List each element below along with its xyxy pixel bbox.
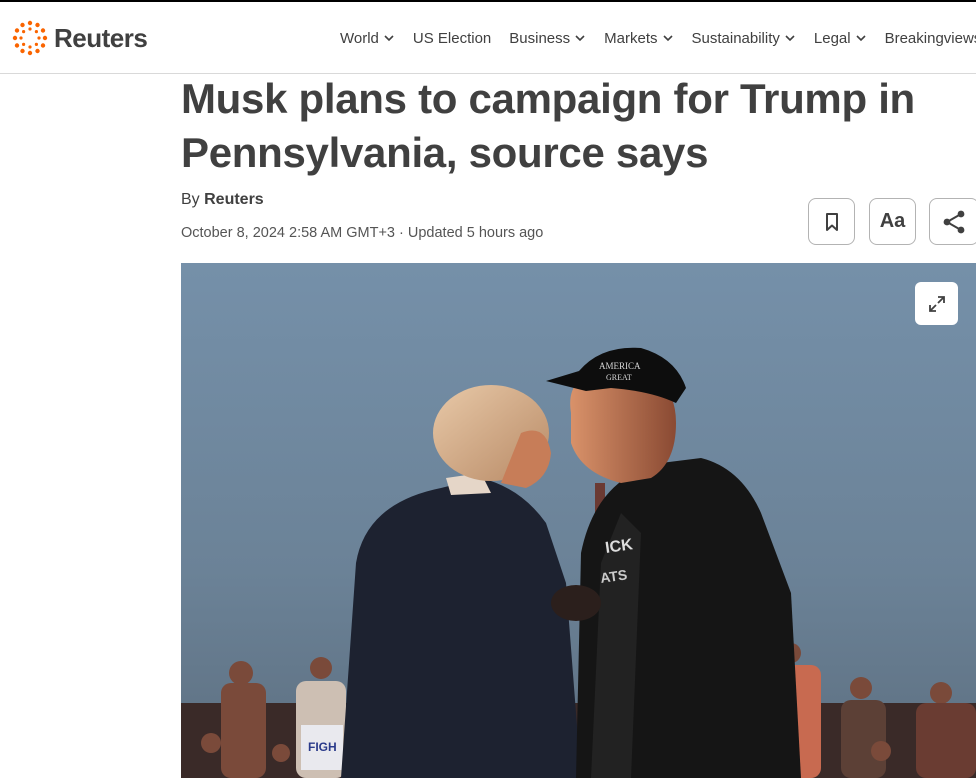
nav-item-us-election[interactable]: US Election — [413, 30, 491, 47]
article-headline: Musk plans to campaign for Trump in Penn… — [181, 75, 915, 176]
lead-photo-image: FIGH ICK ATS AMERICA GREAT — [181, 263, 976, 778]
expand-photo-button[interactable] — [915, 282, 958, 325]
nav-item-label: Breakingviews — [884, 29, 976, 47]
chevron-down-icon — [384, 35, 394, 42]
text-size-button[interactable]: Aa — [869, 198, 916, 245]
share-icon — [943, 210, 965, 233]
chevron-down-icon — [785, 35, 795, 42]
nav-item-label: Legal — [813, 29, 851, 47]
crowd-sign-text: FIGH — [308, 740, 337, 754]
chevron-down-icon — [575, 35, 585, 42]
nav-item-business[interactable]: Business — [509, 30, 586, 47]
chevron-down-icon — [662, 35, 673, 42]
bookmark-button[interactable] — [808, 198, 855, 245]
expand-icon — [928, 295, 945, 312]
bookmark-icon — [825, 212, 838, 231]
byline: By Reuters — [181, 191, 264, 209]
logo-wordmark: Reuters — [54, 22, 148, 53]
nav-item-label: Sustainability — [691, 29, 780, 47]
reuters-logo[interactable]: Reuters — [12, 20, 148, 56]
cap-text: AMERICA — [599, 361, 641, 371]
nav-item-sustainability[interactable]: Sustainability — [692, 30, 796, 47]
nav-item-label: World — [340, 29, 379, 47]
nav-item-label: Business — [509, 29, 571, 47]
nav-item-label: Markets — [604, 29, 658, 47]
main-nav: World US Election Business Markets Susta… — [340, 22, 976, 54]
nav-item-markets[interactable]: Markets — [604, 30, 673, 47]
nav-item-breakingviews[interactable]: Breakingviews — [885, 30, 976, 47]
article-dateline: October 8, 2024 2:58 AM GMT+3 · Updated … — [181, 225, 544, 241]
nav-item-label: US Election — [412, 29, 492, 47]
share-button[interactable] — [929, 198, 976, 245]
nav-item-legal[interactable]: Legal — [814, 30, 867, 47]
reuters-logo-icon — [12, 20, 48, 56]
byline-author[interactable]: Reuters — [204, 191, 264, 208]
text-size-label: Aa — [879, 210, 906, 232]
lead-photo[interactable]: FIGH ICK ATS AMERICA GREAT — [181, 263, 976, 778]
nav-item-world[interactable]: World — [340, 30, 395, 47]
chevron-down-icon — [856, 35, 866, 42]
byline-prefix: By — [181, 191, 200, 208]
site-header: Reuters World US Election Business Marke… — [0, 2, 976, 74]
cap-text-2: GREAT — [606, 373, 632, 382]
